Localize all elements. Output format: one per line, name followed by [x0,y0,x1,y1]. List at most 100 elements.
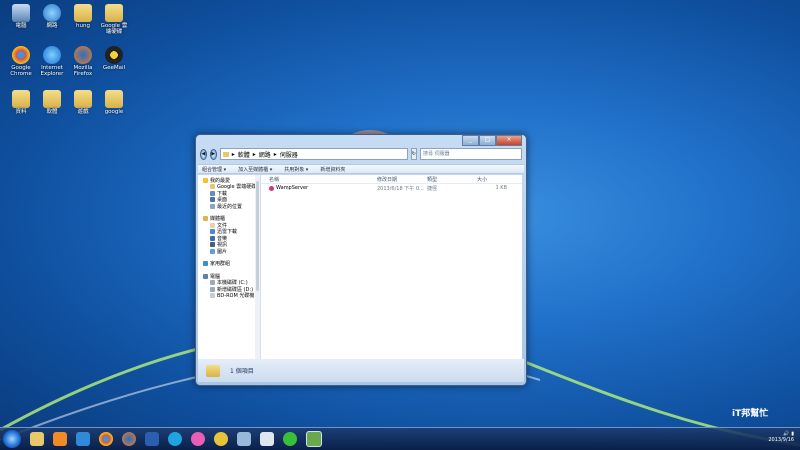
folder-icon [74,90,92,108]
folder-icon [74,4,92,22]
firefox-icon [74,46,92,64]
desktop-icon-label: google [104,109,124,115]
network-icon [43,4,61,22]
folder-icon [12,90,30,108]
back-button[interactable]: ◀ [200,148,207,160]
folder-icon [105,90,123,108]
scroll-thumb[interactable] [256,181,259,291]
share-with-menu[interactable]: 共用對象 ▾ [284,166,308,173]
desktop-icon-chrome[interactable]: Google Chrome [6,46,36,77]
minimize-button[interactable]: _ [462,135,479,146]
line-taskbar-icon[interactable] [283,432,297,446]
folder-icon [222,151,229,157]
column-type[interactable]: 類型 [427,176,477,183]
library-icon [203,216,208,222]
desktop-icon-label: Google Chrome [10,65,32,77]
grid-taskbar-icon[interactable] [260,432,274,446]
desktop-icon-label: GeeMail [102,65,126,71]
nav-item-bd-rom[interactable]: BD-ROM 光碟機 [198,293,260,299]
drive-icon [210,280,215,286]
desktop-icon-label: 資料 [15,109,27,115]
ie-taskbar-icon[interactable] [76,432,90,446]
desktop-icon-computer[interactable]: 電腦 [6,4,36,29]
close-button[interactable]: × [496,135,522,146]
command-bar: 組合管理 ▾ 加入至媒體櫃 ▾ 共用對象 ▾ 新增資料夾 [198,164,524,174]
include-in-library-menu[interactable]: 加入至媒體櫃 ▾ [238,166,272,173]
navigation-pane: 我的最愛 Google 雲端硬碟 下載 桌面 最近的位置 媒體櫃 文件 迅雷下載… [198,175,261,359]
new-folder-button[interactable]: 新增資料夾 [320,166,345,173]
table-row[interactable]: WampServer 2013/6/18 下午 0... 捷徑 1 KB [261,184,522,192]
desktop-icon [210,197,215,203]
skype-taskbar-icon[interactable] [168,432,182,446]
desktop-icon-folder[interactable]: 軟體 [37,90,67,115]
chat-taskbar-icon[interactable] [145,432,159,446]
nav-scrollbar[interactable] [255,175,260,359]
desktop-icon-label: 電腦 [15,23,27,29]
desktop-icon-gdrive[interactable]: Google 雲端硬碟 [99,4,129,35]
desktop-icon-folder[interactable]: 資料 [6,90,36,115]
chrome-icon [12,46,30,64]
ie-icon [43,46,61,64]
search-input[interactable]: 搜尋 伺服器 [420,148,522,160]
explorer-window[interactable]: _ □ × ◀ ▶ ▸ 軟體 ▸ 網路 ▸ 伺服器 ↻ 搜尋 伺服器 組合管理 ▾ 加… [195,134,527,386]
explorer-taskbar-icon[interactable] [30,432,44,446]
column-date[interactable]: 修改日期 [377,176,427,183]
window-controls: _ □ × [462,135,522,146]
ithome-watermark: iT邦幫忙 [732,406,792,426]
geemail-icon [105,46,123,64]
media-player-taskbar-icon[interactable] [53,432,67,446]
column-size[interactable]: 大小 [477,176,507,183]
game-taskbar-icon[interactable] [214,432,228,446]
breadcrumb-item[interactable]: 伺服器 [280,150,298,159]
nav-item-pictures[interactable]: 圖片 [198,248,260,255]
folder-icon [43,90,61,108]
desktop-icon-geemail[interactable]: GeeMail [99,46,129,71]
desktop-icon-label: 遊戲 [77,109,89,115]
active-app-taskbar-icon[interactable] [306,431,322,447]
nav-item-recent[interactable]: 最近的位置 [198,203,260,210]
star-icon [203,177,208,183]
disc-icon [210,293,215,299]
gdrive-icon [105,4,123,22]
organize-menu[interactable]: 組合管理 ▾ [202,166,226,173]
drive-icon [210,286,215,292]
desktop-icon-label: Internet Explorer [40,65,64,77]
taskbar: 🔊 ▮ 2013/9/16 [0,427,800,450]
desktop-icon-label: Mozilla Firefox [73,65,93,77]
forward-button[interactable]: ▶ [209,148,217,160]
desktop-icon-label: 網路 [46,23,58,29]
refresh-icon[interactable]: ↻ [410,148,417,160]
breadcrumb-item[interactable]: 網路 [259,150,271,159]
folder-icon [210,184,215,190]
plane-taskbar-icon[interactable] [237,432,251,446]
breadcrumb[interactable]: ▸ 軟體 ▸ 網路 ▸ 伺服器 [219,148,408,160]
maximize-button[interactable]: □ [479,135,496,146]
breadcrumb-item[interactable]: 軟體 [238,150,250,159]
clock-date[interactable]: 2013/9/16 [768,437,794,443]
column-name[interactable]: 名稱 [261,176,377,183]
homegroup-icon [203,261,208,267]
documents-icon [210,222,215,228]
system-tray: 🔊 ▮ 2013/9/16 [768,431,794,443]
column-headers: 名稱 修改日期 類型 大小 [261,175,522,184]
desktop-icon-label: 軟體 [46,109,58,115]
start-button[interactable] [3,430,21,448]
pictures-icon [210,248,215,254]
chrome-taskbar-icon[interactable] [99,432,113,446]
desktop-icon-network[interactable]: 網路 [37,4,67,29]
desktop-icon-folder[interactable]: hung [68,4,98,29]
status-bar: 1 個項目 [198,359,524,382]
item-count: 1 個項目 [230,368,254,375]
file-list: 名稱 修改日期 類型 大小 WampServer 2013/6/18 下午 0.… [261,175,522,359]
computer-icon [203,273,208,279]
desktop-icon-ie[interactable]: Internet Explorer [37,46,67,77]
address-bar: ◀ ▶ ▸ 軟體 ▸ 網路 ▸ 伺服器 ↻ 搜尋 伺服器 [200,148,522,160]
watermark-text: iT邦幫忙 [732,409,769,419]
desktop-icon-folder[interactable]: 遊戲 [68,90,98,115]
desktop-icon-firefox[interactable]: Mozilla Firefox [68,46,98,77]
firefox-taskbar-icon[interactable] [122,432,136,446]
desktop-icon-folder[interactable]: google [99,90,129,115]
homegroup-item[interactable]: 家用群組 [198,261,260,267]
app-taskbar-icon[interactable] [191,432,205,446]
folder-icon [206,364,220,377]
